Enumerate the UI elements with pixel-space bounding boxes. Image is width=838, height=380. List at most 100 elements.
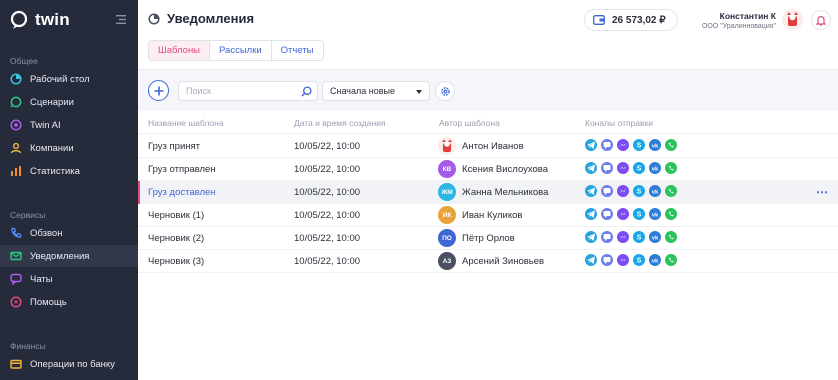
page-title: Уведомления [167,11,255,26]
template-author: АЗ Арсений Зиновьев [438,252,544,270]
column-header-author[interactable]: Автор шаблона [439,118,500,128]
vk-icon[interactable]: vk [649,185,661,197]
sidebar-item-label: Рабочий стол [30,73,90,85]
whatsapp-icon[interactable] [665,254,677,266]
sidebar-item-twin-ai[interactable]: Twin AI [0,114,138,136]
brand-name: twin [35,10,70,29]
more-options-icon[interactable]: ⋯ [816,185,829,199]
template-name[interactable]: Черновик (3) [148,256,204,267]
sms-icon[interactable] [601,208,613,220]
table-row[interactable]: Черновик (3) 10/05/22, 10:00 АЗ Арсений … [138,250,838,273]
sort-select[interactable]: Сначала новые [322,81,430,101]
vk-icon[interactable]: vk [649,231,661,243]
sms-icon[interactable] [601,139,613,151]
svg-text:S: S [637,143,642,150]
sidebar-item-statistics[interactable]: Статистика [0,160,138,182]
whatsapp-icon[interactable] [665,162,677,174]
vk-icon[interactable]: vk [649,139,661,151]
search-input[interactable] [179,82,297,100]
vk-icon[interactable]: vk [649,208,661,220]
table-row[interactable]: Груз отправлен 10/05/22, 10:00 КВ Ксения… [138,158,838,181]
tab-reports[interactable]: Отчеты [271,41,323,60]
vk-icon[interactable]: vk [649,162,661,174]
messenger-icon[interactable] [617,139,629,151]
skype-icon[interactable]: S [633,208,645,220]
skype-icon[interactable]: S [633,162,645,174]
whatsapp-icon[interactable] [665,185,677,197]
telegram-icon[interactable] [585,185,597,197]
search-icon[interactable] [301,86,312,97]
sidebar-item-notifications[interactable]: Уведомления [0,245,138,267]
sidebar-item-bank-operations[interactable]: Операции по банку [0,353,138,375]
tab-mailings[interactable]: Рассылки [210,41,272,60]
table-row[interactable]: Черновик (1) 10/05/22, 10:00 ИК Иван Кул… [138,204,838,227]
dashboard-icon [148,12,160,25]
mail-icon [10,250,22,262]
tab-templates[interactable]: Шаблоны [149,41,211,60]
avatar-initials: ПО [442,234,452,242]
created-date: 10/05/22, 10:00 [294,210,361,221]
sort-value: Сначала новые [330,86,395,96]
telegram-icon[interactable] [585,231,597,243]
template-name[interactable]: Груз отправлен [148,164,216,175]
template-author: Антон Иванов [438,137,524,155]
settings-button[interactable] [435,81,455,101]
template-name[interactable]: Черновик (2) [148,233,204,244]
telegram-icon[interactable] [585,254,597,266]
sidebar-item-calls[interactable]: Обзвон [0,222,138,244]
table-row[interactable]: Груз принят 10/05/22, 10:00 Антон Иванов… [138,135,838,158]
balance-badge[interactable]: 26 573,02 ₽ [584,9,678,31]
telegram-icon[interactable] [585,139,597,151]
messenger-icon[interactable] [617,162,629,174]
messenger-icon[interactable] [617,254,629,266]
author-name: Жанна Мельникова [462,186,549,198]
avatar[interactable] [782,9,803,30]
template-name[interactable]: Груз принят [148,141,200,152]
skype-icon[interactable]: S [633,139,645,151]
sidebar-item-companies[interactable]: Компании [0,137,138,159]
avatar: ЖМ [438,183,456,201]
template-name[interactable]: Черновик (1) [148,210,204,221]
whatsapp-icon[interactable] [665,231,677,243]
vk-icon[interactable]: vk [649,254,661,266]
messenger-icon[interactable] [617,208,629,220]
notifications-button[interactable] [811,10,831,30]
skype-icon[interactable]: S [633,231,645,243]
sms-icon[interactable] [601,162,613,174]
skype-icon[interactable]: S [633,254,645,266]
sidebar-item-dashboard[interactable]: Рабочий стол [0,68,138,90]
skype-icon[interactable]: S [633,185,645,197]
created-date: 10/05/22, 10:00 [294,164,361,175]
statistics-icon [10,165,22,177]
add-template-button[interactable] [148,80,169,101]
author-name: Антон Иванов [462,140,524,152]
column-header-name[interactable]: Название шаблона [148,118,224,128]
avatar-initials: ЖМ [441,188,453,196]
sidebar-item-label: Twin AI [30,119,61,131]
whatsapp-icon[interactable] [665,208,677,220]
sidebar-item-scenarios[interactable]: Сценарии [0,91,138,113]
column-header-channels[interactable]: Коналы отправки [585,118,653,128]
messenger-icon[interactable] [617,231,629,243]
sms-icon[interactable] [601,254,613,266]
user-info[interactable]: Константин К ООО "Уралинновация" [702,11,776,30]
sidebar-item-chats[interactable]: Чаты [0,268,138,290]
sms-icon[interactable] [601,231,613,243]
created-date: 10/05/22, 10:00 [294,233,361,244]
logo[interactable]: twin [9,10,70,30]
created-date: 10/05/22, 10:00 [294,141,361,152]
table-row[interactable]: Груз доставлен 10/05/22, 10:00 ЖМ Жанна … [138,181,838,204]
sms-icon[interactable] [601,185,613,197]
channel-list: S vk [585,139,677,151]
table-row[interactable]: Черновик (2) 10/05/22, 10:00 ПО Пётр Орл… [138,227,838,250]
svg-text:vk: vk [652,143,659,149]
telegram-icon[interactable] [585,162,597,174]
telegram-icon[interactable] [585,208,597,220]
column-header-date[interactable]: Дата и время создания [294,118,386,128]
whatsapp-icon[interactable] [665,139,677,151]
collapse-menu-icon[interactable] [116,15,126,24]
messenger-icon[interactable] [617,185,629,197]
channel-list: S vk [585,162,677,174]
sidebar-item-help[interactable]: Помощь [0,291,138,313]
template-name[interactable]: Груз доставлен [148,187,216,198]
